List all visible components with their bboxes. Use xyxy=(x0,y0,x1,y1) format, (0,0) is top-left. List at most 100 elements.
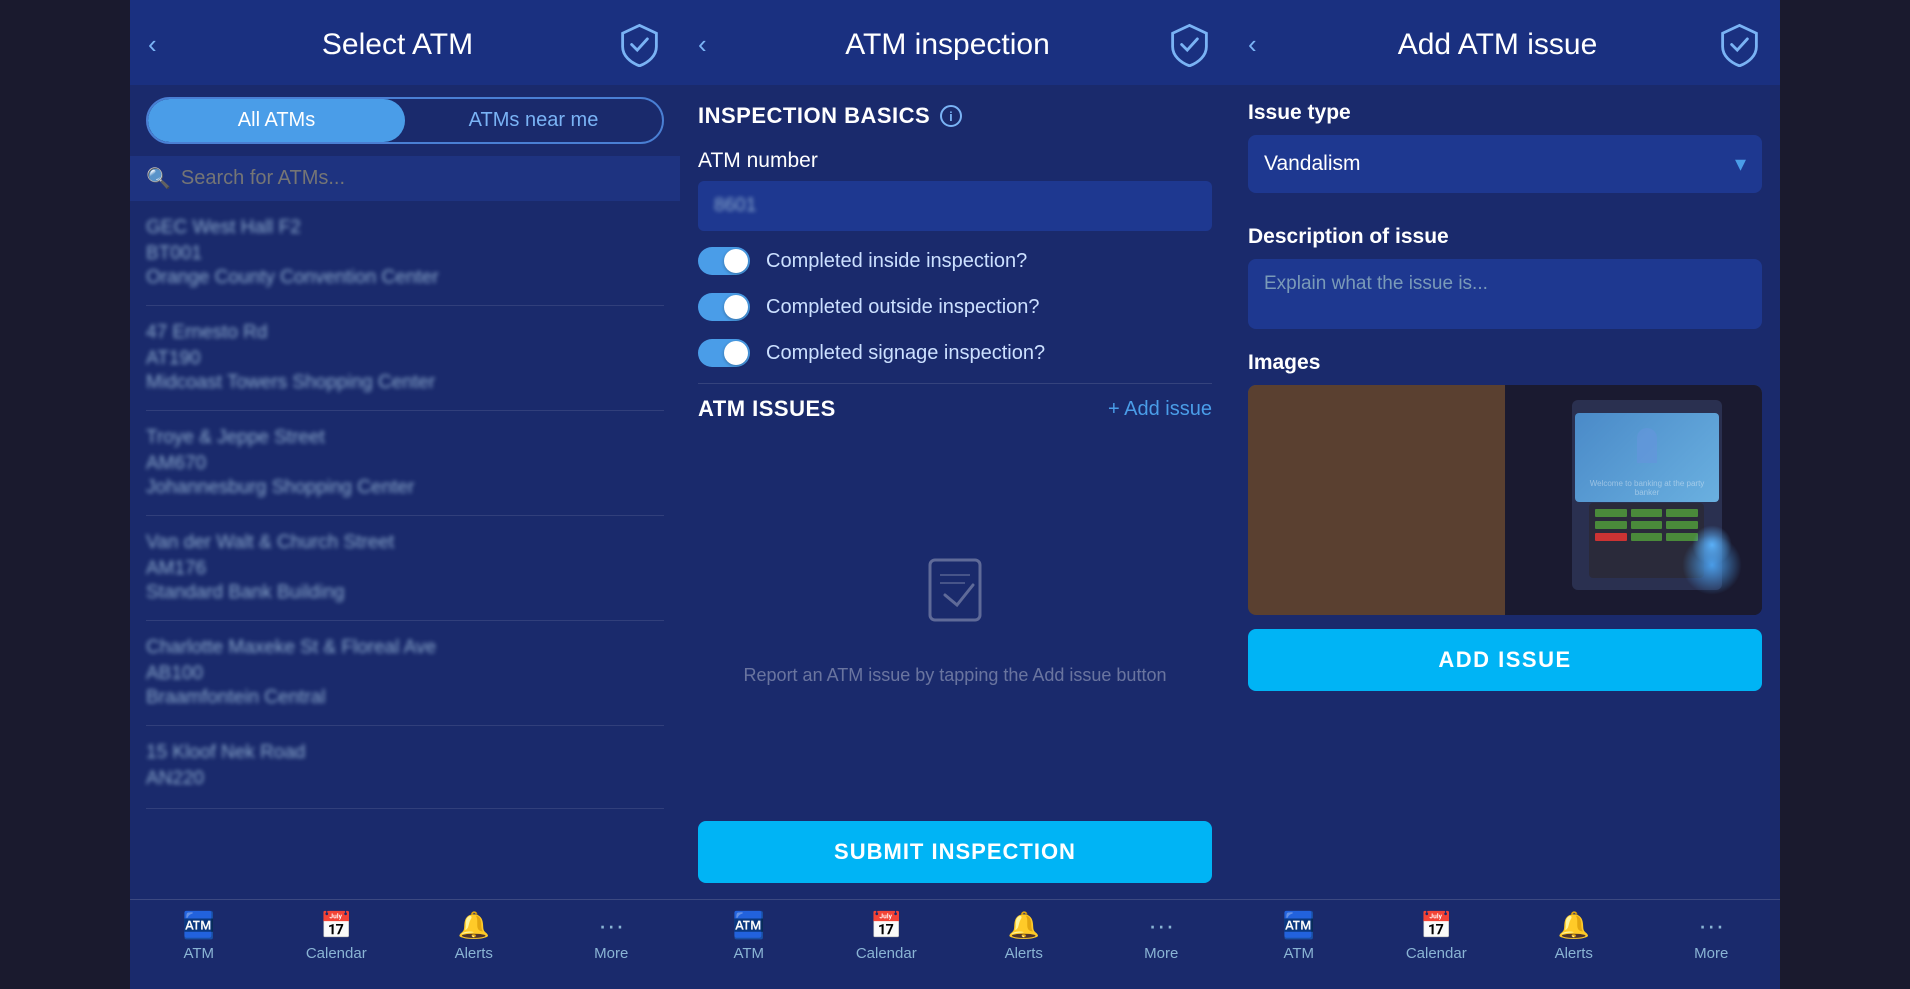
shield-logo-icon xyxy=(1717,22,1762,67)
atm-code: AT190 xyxy=(146,348,664,370)
nav-alerts-label: Alerts xyxy=(455,945,493,962)
atm-number-field[interactable]: 8601 xyxy=(698,181,1212,231)
empty-issues-state: Report an ATM issue by tapping the Add i… xyxy=(680,434,1230,805)
bottom-nav: 🏧 ATM 📅 Calendar 🔔 Alerts ··· More xyxy=(680,899,1230,989)
tab-atms-near-me[interactable]: ATMs near me xyxy=(405,99,662,142)
nav-calendar-label: Calendar xyxy=(1406,945,1467,962)
atm-issues-title: ATM ISSUES xyxy=(698,396,836,422)
screen2-content: INSPECTION BASICS i ATM number 8601 Comp… xyxy=(680,85,1230,899)
nav-item-atm[interactable]: 🏧 ATM xyxy=(680,910,818,975)
shield-logo-icon xyxy=(1167,22,1212,67)
nav-item-more[interactable]: ··· More xyxy=(1093,910,1231,975)
more-nav-icon: ··· xyxy=(1148,910,1174,941)
list-item[interactable]: 47 Ernesto Rd AT190 Midcoast Towers Shop… xyxy=(146,306,664,411)
keypad-btn-red xyxy=(1595,533,1627,541)
nav-item-more[interactable]: ··· More xyxy=(1643,910,1781,975)
nav-alerts-label: Alerts xyxy=(1555,945,1593,962)
atm-code: AN220 xyxy=(146,768,664,790)
nav-item-alerts[interactable]: 🔔 Alerts xyxy=(955,910,1093,975)
info-icon[interactable]: i xyxy=(940,105,962,127)
back-button[interactable]: ‹ xyxy=(698,29,728,60)
nav-more-label: More xyxy=(594,945,628,962)
nav-alerts-label: Alerts xyxy=(1005,945,1043,962)
images-section: Images Welcome to banking at the party b… xyxy=(1230,345,1780,615)
more-nav-icon: ··· xyxy=(1698,910,1724,941)
toggle-knob xyxy=(724,341,748,365)
bottom-nav: 🏧 ATM 📅 Calendar 🔔 Alerts ··· More xyxy=(130,899,680,989)
empty-notepad-icon xyxy=(915,550,995,646)
screen1-select-atm: ‹ Select ATM All ATMs ATMs near me 🔍 GEC… xyxy=(130,0,680,989)
nav-item-more[interactable]: ··· More xyxy=(543,910,681,975)
atm-screen: Welcome to banking at the party banker xyxy=(1575,413,1719,502)
list-item[interactable]: Troye & Jeppe Street AM670 Johannesburg … xyxy=(146,411,664,516)
toggle-inside-switch[interactable] xyxy=(698,247,750,275)
atm-location: Orange County Convention Center xyxy=(146,267,664,289)
nav-atm-label: ATM xyxy=(183,945,214,962)
atm-number-value: 8601 xyxy=(714,195,756,216)
toggle-signage-switch[interactable] xyxy=(698,339,750,367)
atm-code: BT001 xyxy=(146,243,664,265)
toggle-inside-label: Completed inside inspection? xyxy=(766,250,1027,273)
atm-name: 47 Ernesto Rd xyxy=(146,322,664,344)
back-button[interactable]: ‹ xyxy=(1248,29,1278,60)
atm-name: Troye & Jeppe Street xyxy=(146,427,664,449)
alerts-nav-icon: 🔔 xyxy=(1008,910,1040,941)
atm-name: GEC West Hall F2 xyxy=(146,217,664,239)
tab-all-atms[interactable]: All ATMs xyxy=(148,99,405,142)
alerts-nav-icon: 🔔 xyxy=(458,910,490,941)
empty-issues-text: Report an ATM issue by tapping the Add i… xyxy=(744,662,1167,689)
calendar-nav-icon: 📅 xyxy=(320,910,352,941)
list-item[interactable]: Van der Walt & Church Street AM176 Stand… xyxy=(146,516,664,621)
nav-calendar-label: Calendar xyxy=(306,945,367,962)
screen3-header: ‹ Add ATM issue xyxy=(1230,0,1780,85)
nav-item-calendar[interactable]: 📅 Calendar xyxy=(1368,910,1506,975)
nav-item-atm[interactable]: 🏧 ATM xyxy=(130,910,268,975)
add-issue-button[interactable]: + Add issue xyxy=(1108,398,1212,421)
list-item[interactable]: GEC West Hall F2 BT001 Orange County Con… xyxy=(146,201,664,306)
back-button[interactable]: ‹ xyxy=(148,29,178,60)
keypad-btn xyxy=(1631,533,1663,541)
calendar-nav-icon: 📅 xyxy=(870,910,902,941)
atm-screen-person xyxy=(1637,428,1657,463)
screen1-header: ‹ Select ATM xyxy=(130,0,680,85)
add-issue-button[interactable]: ADD ISSUE xyxy=(1248,629,1762,691)
nav-item-calendar[interactable]: 📅 Calendar xyxy=(818,910,956,975)
toggle-inside: Completed inside inspection? xyxy=(698,247,1212,275)
nav-atm-label: ATM xyxy=(733,945,764,962)
atm-number-label: ATM number xyxy=(680,139,1230,181)
inspection-basics-section: INSPECTION BASICS i xyxy=(680,85,1230,139)
nav-item-atm[interactable]: 🏧 ATM xyxy=(1230,910,1368,975)
list-item[interactable]: 15 Kloof Nek Road AN220 xyxy=(146,726,664,809)
tab-pills: All ATMs ATMs near me xyxy=(146,97,664,144)
atm-location: Johannesburg Shopping Center xyxy=(146,477,664,499)
issue-type-dropdown[interactable]: Vandalism ▾ xyxy=(1248,135,1762,193)
nav-item-alerts[interactable]: 🔔 Alerts xyxy=(405,910,543,975)
issue-type-label: Issue type xyxy=(1248,101,1762,125)
nav-item-alerts[interactable]: 🔔 Alerts xyxy=(1505,910,1643,975)
search-input[interactable] xyxy=(181,167,664,190)
atm-name: Van der Walt & Church Street xyxy=(146,532,664,554)
toggle-outside: Completed outside inspection? xyxy=(698,293,1212,321)
more-nav-icon: ··· xyxy=(598,910,624,941)
atm-name: Charlotte Maxeke St & Floreal Ave xyxy=(146,637,664,659)
screen3-content: Issue type Vandalism ▾ Description of is… xyxy=(1230,85,1780,899)
list-item[interactable]: Charlotte Maxeke St & Floreal Ave AB100 … xyxy=(146,621,664,726)
nav-item-calendar[interactable]: 📅 Calendar xyxy=(268,910,406,975)
keypad-btn xyxy=(1666,509,1698,517)
nav-more-label: More xyxy=(1694,945,1728,962)
submit-inspection-button[interactable]: SUBMIT INSPECTION xyxy=(698,821,1212,883)
description-placeholder: Explain what the issue is... xyxy=(1264,273,1488,294)
keypad-btn xyxy=(1631,509,1663,517)
screen1-title: Select ATM xyxy=(178,28,617,62)
dropdown-value: Vandalism xyxy=(1264,152,1361,176)
issue-type-section: Issue type Vandalism ▾ xyxy=(1230,85,1780,209)
description-field[interactable]: Explain what the issue is... xyxy=(1248,259,1762,329)
alerts-nav-icon: 🔔 xyxy=(1558,910,1590,941)
toggle-knob xyxy=(724,249,748,273)
description-section: Description of issue Explain what the is… xyxy=(1230,209,1780,345)
keypad-btn xyxy=(1595,521,1627,529)
atm-nav-icon: 🏧 xyxy=(733,910,765,941)
toggle-outside-switch[interactable] xyxy=(698,293,750,321)
tab-selector: All ATMs ATMs near me xyxy=(130,85,680,156)
atm-list: GEC West Hall F2 BT001 Orange County Con… xyxy=(130,201,680,899)
